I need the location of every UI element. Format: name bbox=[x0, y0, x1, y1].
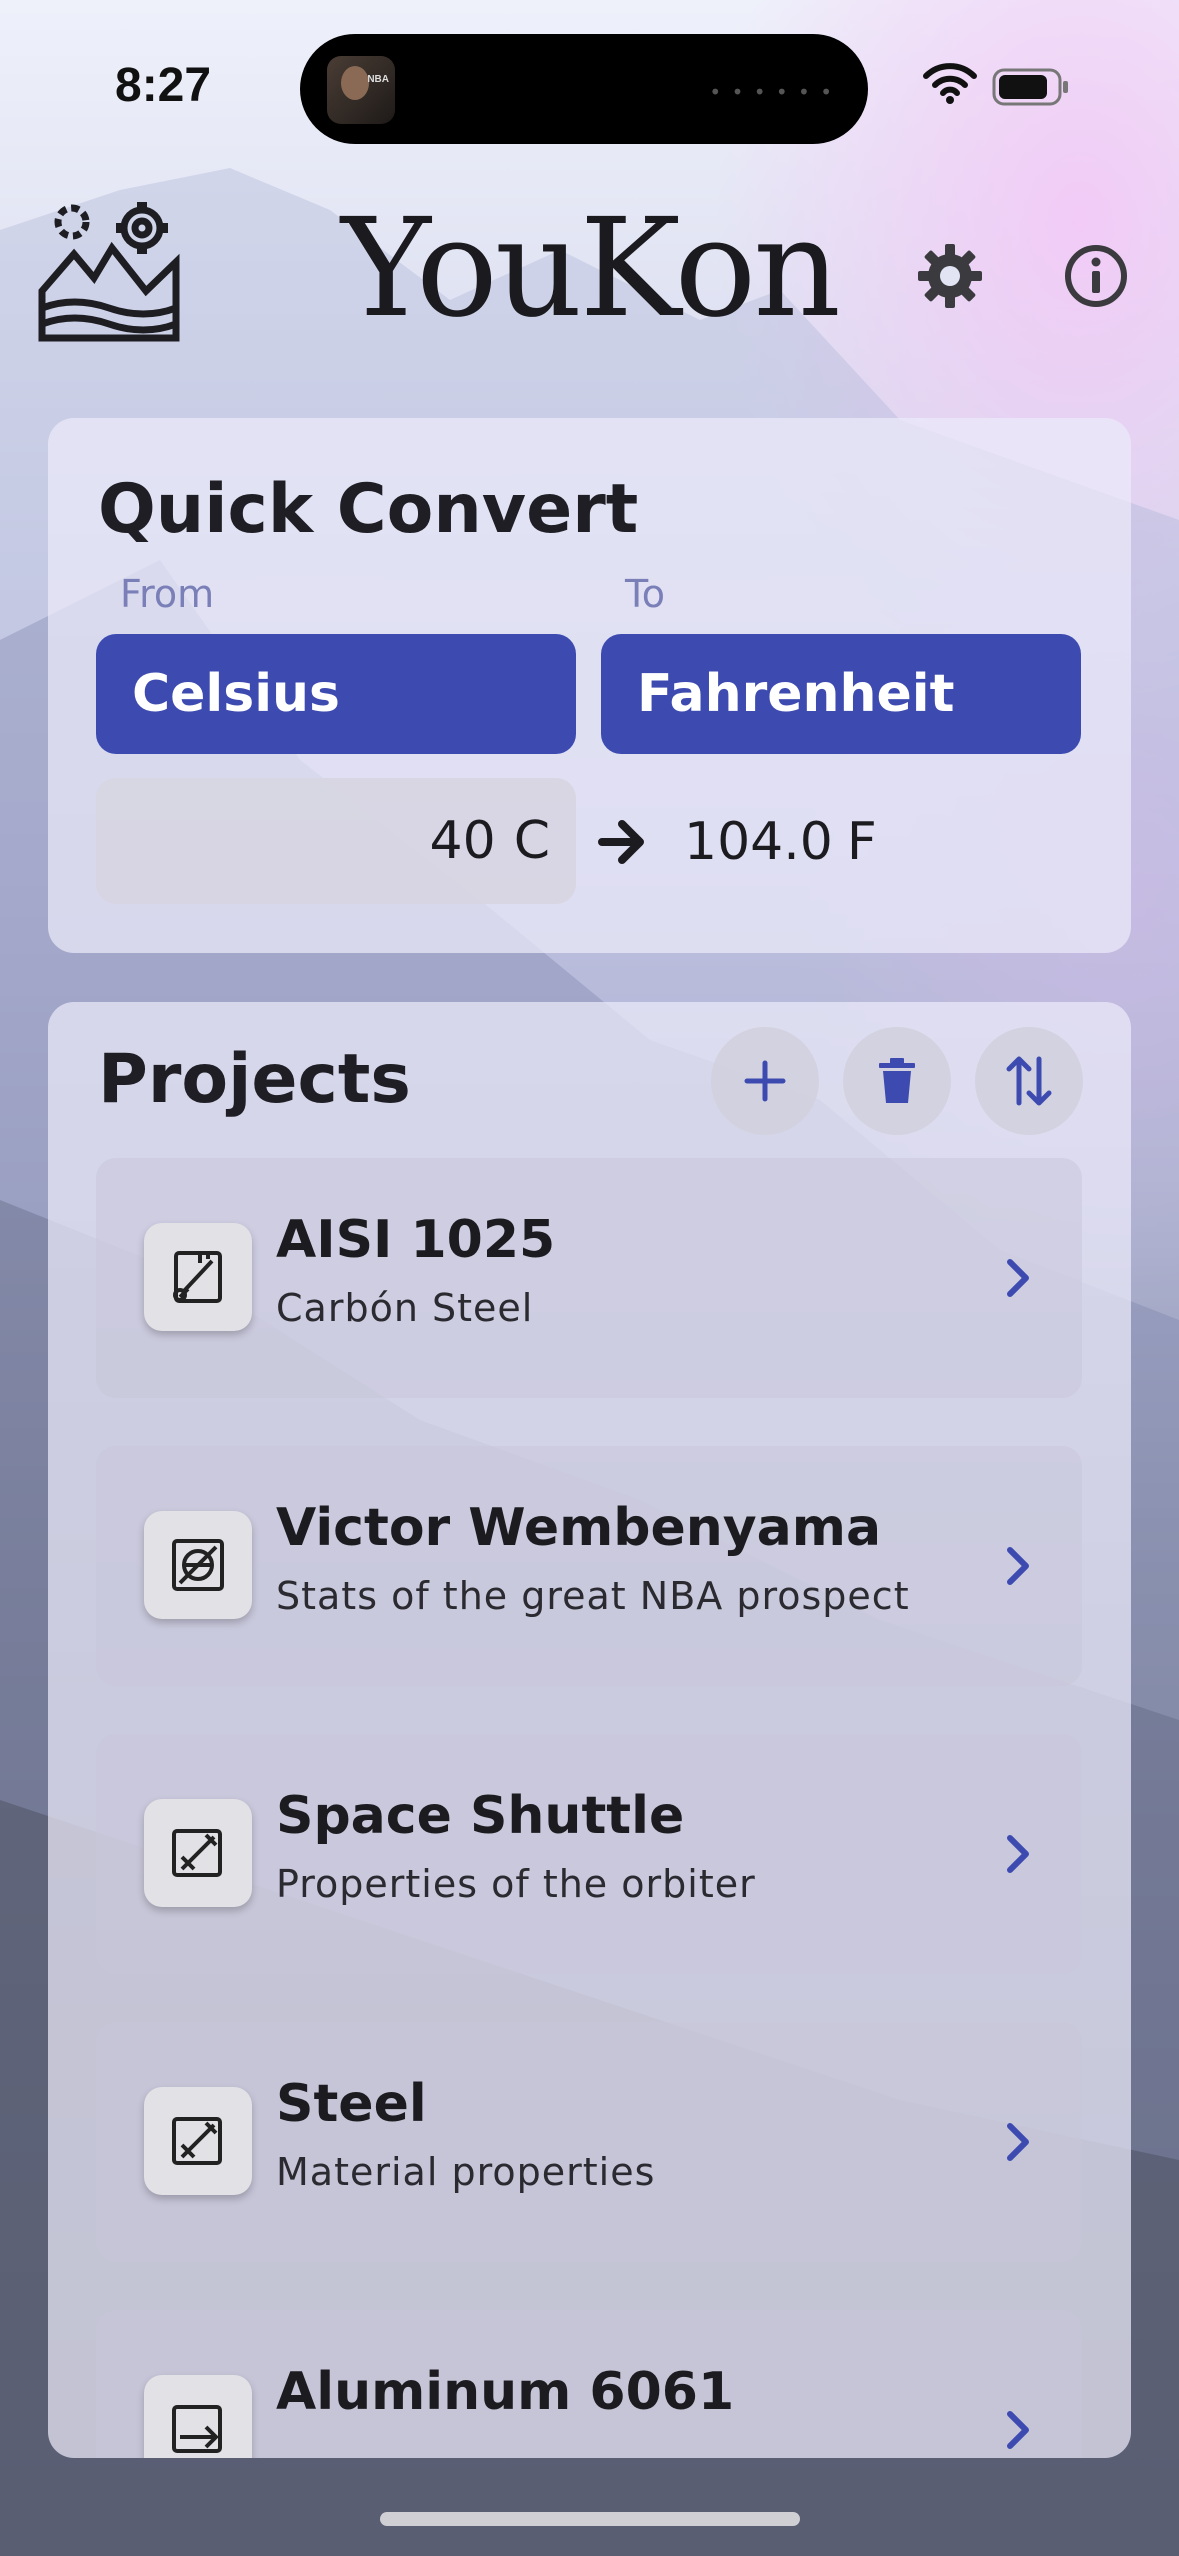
input-value: 40 bbox=[429, 811, 496, 871]
project-subtitle: Stats of the great NBA prospect bbox=[276, 1574, 910, 1618]
design-pencil-icon bbox=[144, 2087, 252, 2195]
trash-icon bbox=[879, 1058, 915, 1103]
chevron-right-icon bbox=[1007, 2411, 1029, 2449]
chevron-right-icon bbox=[1007, 1547, 1029, 1585]
project-title: Aluminum 6061 bbox=[276, 2362, 735, 2422]
project-title: AISI 1025 bbox=[276, 1210, 556, 1270]
project-item-aisi-1025[interactable]: AISI 1025 Carbón Steel bbox=[96, 1158, 1082, 1398]
dynamic-island[interactable]: NBA • • • • • • bbox=[300, 34, 868, 144]
project-item-aluminum-6061[interactable]: Aluminum 6061 bbox=[96, 2310, 1082, 2458]
design-pencil-icon bbox=[144, 1799, 252, 1907]
add-project-button[interactable] bbox=[711, 1027, 819, 1135]
result-value: 104.0 bbox=[684, 812, 833, 872]
drafting-ruler-icon bbox=[144, 1223, 252, 1331]
input-value-field[interactable]: 40 C bbox=[96, 778, 576, 904]
status-time: 8:27 bbox=[115, 59, 212, 112]
project-subtitle: Carbón Steel bbox=[276, 1286, 534, 1330]
delete-project-button[interactable] bbox=[843, 1027, 951, 1135]
projects-card: Projects AISI 1025 Carbón Steel Victor W… bbox=[48, 1002, 1131, 2458]
to-label: To bbox=[625, 572, 666, 616]
drafting-arrow-icon bbox=[144, 2375, 252, 2458]
chevron-right-icon bbox=[1007, 1835, 1029, 1873]
project-item-victor-wembenyama[interactable]: Victor Wembenyama Stats of the great NBA… bbox=[96, 1446, 1082, 1686]
info-icon[interactable] bbox=[1060, 240, 1132, 312]
compass-blueprint-icon bbox=[144, 1511, 252, 1619]
thumbnail-label: NBA bbox=[367, 74, 389, 85]
project-title: Steel bbox=[276, 2074, 427, 2134]
to-unit-button[interactable]: Fahrenheit bbox=[601, 634, 1081, 754]
home-indicator[interactable] bbox=[380, 2512, 800, 2526]
chevron-right-icon bbox=[1007, 2123, 1029, 2161]
projects-title: Projects bbox=[98, 1040, 411, 1119]
quick-convert-title: Quick Convert bbox=[98, 470, 639, 549]
project-title: Space Shuttle bbox=[276, 1786, 685, 1846]
island-indicator: • • • • • • bbox=[709, 80, 834, 104]
settings-gear-icon[interactable] bbox=[914, 240, 986, 312]
project-item-space-shuttle[interactable]: Space Shuttle Properties of the orbiter bbox=[96, 1734, 1082, 1974]
battery-icon bbox=[992, 68, 1068, 106]
from-label: From bbox=[120, 572, 215, 616]
result-unit: F bbox=[846, 812, 877, 872]
arrow-right-icon bbox=[598, 820, 644, 864]
app-title: YouKon bbox=[341, 190, 841, 348]
project-item-steel[interactable]: Steel Material properties bbox=[96, 2022, 1082, 2262]
wifi-icon bbox=[923, 63, 977, 104]
input-unit: C bbox=[513, 811, 550, 871]
sort-projects-button[interactable] bbox=[975, 1027, 1083, 1135]
now-playing-thumbnail[interactable]: NBA bbox=[327, 56, 395, 124]
chevron-right-icon bbox=[1007, 1259, 1029, 1297]
project-subtitle: Properties of the orbiter bbox=[276, 1862, 756, 1906]
from-unit-button[interactable]: Celsius bbox=[96, 634, 576, 754]
project-title: Victor Wembenyama bbox=[276, 1498, 882, 1558]
swap-vertical-icon bbox=[1006, 1056, 1052, 1106]
plus-icon bbox=[744, 1060, 786, 1102]
conversion-result: 104.0 F bbox=[684, 812, 877, 872]
project-subtitle: Material properties bbox=[276, 2150, 656, 2194]
